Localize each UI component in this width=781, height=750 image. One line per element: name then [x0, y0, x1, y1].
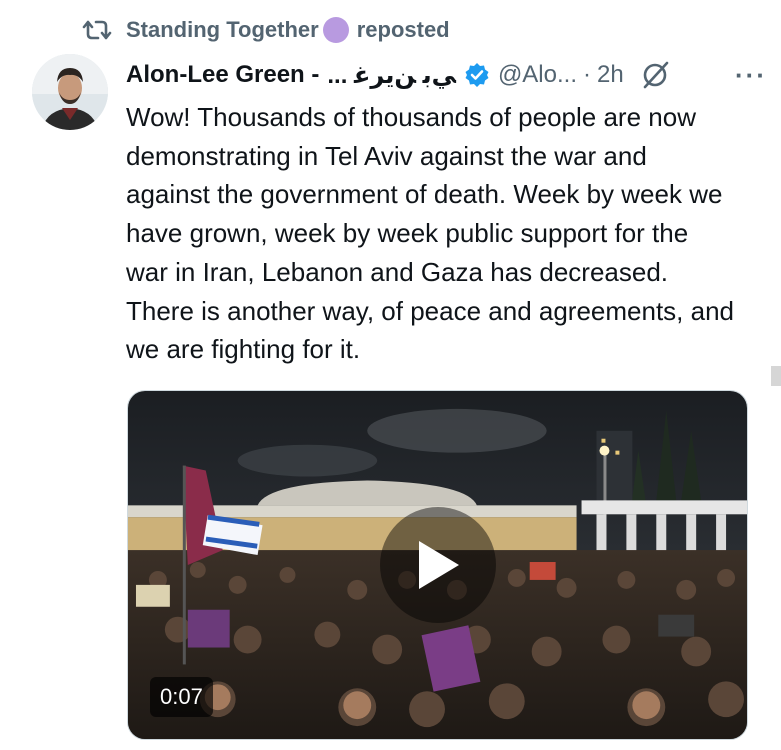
repost-icon	[82, 20, 112, 40]
grok-icon[interactable]	[640, 60, 670, 90]
author-handle[interactable]: @Alo...	[498, 61, 577, 89]
tweet-time[interactable]: 2h	[597, 61, 624, 89]
repost-account-name[interactable]: Standing Together	[126, 17, 319, 43]
play-icon	[419, 541, 459, 589]
author-arabic-name[interactable]: ... ﻲﺑ ﻦﻳﺮﻏ	[327, 61, 456, 90]
video-player[interactable]: 0:07	[127, 390, 748, 740]
play-button[interactable]	[380, 507, 496, 623]
verified-badge-icon	[465, 63, 489, 87]
avatar[interactable]	[32, 54, 108, 130]
repost-context[interactable]: Standing Together reposted	[82, 14, 450, 46]
tweet-text: Wow! Thousands of thousands of people ar…	[126, 102, 735, 365]
scrollbar-thumb[interactable]	[771, 366, 781, 386]
tweet-header: Alon-Lee Green - ... ﻲﺑ ﻦﻳﺮﻏ @Alo... · 2…	[126, 56, 767, 94]
header-separator: ·	[583, 61, 591, 88]
more-icon[interactable]: ···	[735, 60, 767, 91]
author-name[interactable]: Alon-Lee Green -	[126, 61, 319, 89]
repost-label: reposted	[356, 17, 450, 42]
avatar-photo	[32, 54, 108, 130]
repost-account-dot	[322, 17, 349, 43]
video-duration: 0:07	[150, 677, 213, 717]
